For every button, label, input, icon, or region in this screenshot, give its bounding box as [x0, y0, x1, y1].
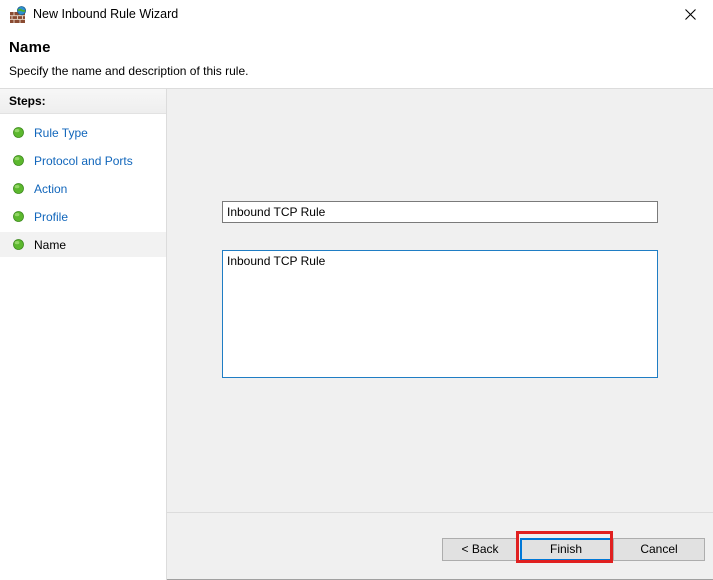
- close-icon[interactable]: [668, 0, 713, 29]
- sidebar-item-protocol-and-ports[interactable]: Protocol and Ports: [0, 148, 166, 173]
- green-orb-icon: [13, 211, 24, 222]
- sidebar-item-name[interactable]: Name: [0, 232, 166, 257]
- green-orb-icon: [13, 239, 24, 250]
- page-header: Name Specify the name and description of…: [0, 29, 713, 88]
- green-orb-icon: [13, 155, 24, 166]
- title-bar: New Inbound Rule Wizard: [0, 0, 713, 29]
- main-content: Name: Description (optional):: [167, 89, 713, 512]
- page-subtitle: Specify the name and description of this…: [9, 64, 249, 78]
- wizard-window: New Inbound Rule Wizard Name Specify the…: [0, 0, 713, 580]
- green-orb-icon: [13, 127, 24, 138]
- window-title: New Inbound Rule Wizard: [33, 7, 179, 21]
- sidebar-item-label: Profile: [34, 209, 69, 224]
- sidebar-item-profile[interactable]: Profile: [0, 204, 166, 229]
- sidebar-item-rule-type[interactable]: Rule Type: [0, 120, 166, 145]
- sidebar-item-label: Protocol and Ports: [34, 153, 133, 168]
- steps-sidebar: Steps: Rule Type Protocol and Ports Acti…: [0, 89, 167, 580]
- back-button[interactable]: < Back: [442, 538, 518, 561]
- sidebar-item-label: Name: [34, 237, 67, 252]
- button-bar: < Back Finish Cancel: [167, 512, 713, 579]
- sidebar-item-label: Rule Type: [34, 125, 88, 140]
- green-orb-icon: [13, 183, 24, 194]
- sidebar-item-action[interactable]: Action: [0, 176, 166, 201]
- finish-button[interactable]: Finish: [520, 538, 612, 561]
- steps-heading-label: Steps:: [9, 94, 46, 108]
- firewall-globe-icon: [9, 6, 27, 24]
- page-title: Name: [9, 39, 51, 56]
- sidebar-item-label: Action: [34, 181, 68, 196]
- cancel-button[interactable]: Cancel: [613, 538, 705, 561]
- name-input[interactable]: [222, 201, 658, 223]
- description-input[interactable]: [222, 250, 658, 378]
- steps-heading: Steps:: [0, 89, 166, 114]
